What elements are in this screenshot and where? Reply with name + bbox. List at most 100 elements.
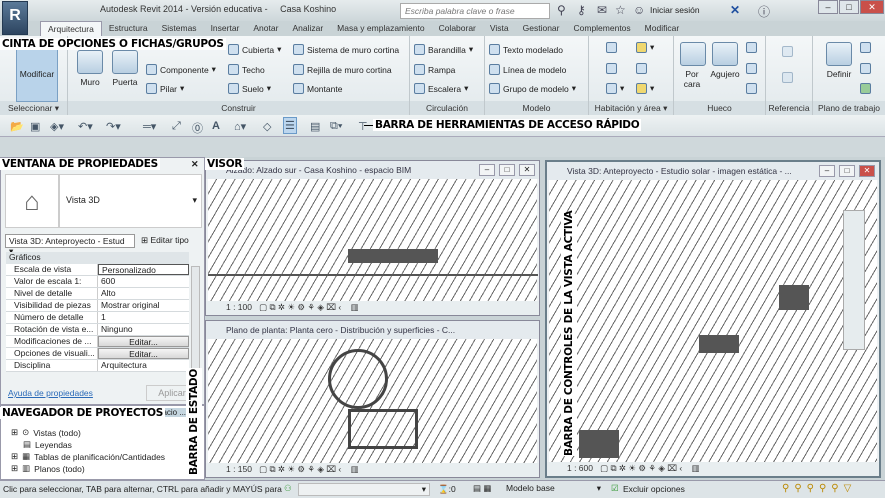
design-option-dropdown[interactable]: Modelo base ▾ xyxy=(503,483,603,496)
column-button[interactable]: Pilar ▾ xyxy=(146,83,184,94)
view-canvas[interactable] xyxy=(208,339,537,463)
key-icon[interactable]: ⚷ xyxy=(577,3,586,17)
redo-icon[interactable]: ↷▾ xyxy=(106,120,121,133)
view-control-bar[interactable]: 1 : 150 ▢ ⧉ ✲ ☀ ⚙ ⚘ ◈ ⌧ ‹ ▥ xyxy=(206,463,539,477)
properties-help-link[interactable]: Ayuda de propiedades xyxy=(8,388,93,398)
tab-anotar[interactable]: Anotar xyxy=(246,21,285,36)
mullion-button[interactable]: Montante xyxy=(293,83,342,94)
floor-button[interactable]: Suelo ▾ xyxy=(228,83,271,94)
minimize-view-button[interactable]: – xyxy=(479,164,495,176)
wall-button[interactable]: Muro xyxy=(76,50,104,87)
stair-button[interactable]: Escalera ▾ xyxy=(414,83,468,94)
properties-scrollbar[interactable] xyxy=(191,266,200,372)
aligned-dimension-icon[interactable]: ⤢ xyxy=(172,120,181,133)
customize-qat-icon[interactable]: ⊤ xyxy=(358,120,368,133)
close-hidden-icon[interactable]: ▤ xyxy=(310,120,320,133)
by-face-button[interactable]: Por cara xyxy=(680,42,706,89)
view-window-3d-active[interactable]: Vista 3D: Anteproyecto - Estudio solar -… xyxy=(545,160,881,478)
property-value[interactable]: Ninguno xyxy=(98,324,189,335)
view-scale[interactable]: 1 : 100 xyxy=(226,302,252,312)
view-canvas[interactable] xyxy=(549,180,877,462)
level-button[interactable] xyxy=(782,46,793,57)
sync-icon[interactable]: ◈▾ xyxy=(50,120,64,133)
tab-modificar[interactable]: Modificar xyxy=(638,21,686,36)
component-button[interactable]: Componente ▾ xyxy=(146,64,216,75)
close-view-button[interactable]: ✕ xyxy=(859,165,875,177)
edit-type-button[interactable]: ⊞ Editar tipo xyxy=(141,235,189,246)
area-tag-button[interactable]: ▾ xyxy=(636,83,654,94)
tab-insertar[interactable]: Insertar xyxy=(204,21,247,36)
room-tag-button[interactable]: ▾ xyxy=(636,42,654,53)
modify-button[interactable]: Modificar xyxy=(16,44,58,102)
view-control-bar[interactable]: 1 : 600 ▢ ⧉ ✲ ☀ ⚙ ⚘ ◈ ⌧ ‹ ▥ xyxy=(547,462,879,476)
view-scale[interactable]: 1 : 600 xyxy=(567,463,593,473)
expand-icon[interactable]: ⊞ xyxy=(11,427,18,438)
design-options-icon[interactable]: ▤ ▦ xyxy=(473,483,491,494)
railing-button[interactable]: Barandilla ▾ xyxy=(414,44,473,55)
model-line-button[interactable]: Línea de modelo xyxy=(489,64,566,75)
property-value[interactable]: Personalizado xyxy=(98,264,189,275)
expand-icon[interactable]: ⊞ xyxy=(11,451,18,462)
edit-button[interactable]: Editar... xyxy=(98,336,189,347)
tree-item-planos[interactable]: ⊞ ▥ Planos (todo) xyxy=(11,463,85,474)
group-header-graphics[interactable]: Gráficos xyxy=(6,252,189,264)
restore-view-button[interactable]: □ xyxy=(839,165,855,177)
model-group-button[interactable]: Grupo de modelo ▾ xyxy=(489,83,576,94)
close-icon[interactable]: ✕ xyxy=(191,159,199,170)
curtain-system-button[interactable]: Sistema de muro cortina xyxy=(293,44,399,55)
ramp-button[interactable]: Rampa xyxy=(414,64,455,75)
user-icon[interactable]: ☺ xyxy=(633,3,645,17)
tab-masa[interactable]: Masa y emplazamiento xyxy=(330,21,431,36)
view-window-elevation[interactable]: Alzado: Alzado sur - Casa Koshino - espa… xyxy=(205,160,540,316)
property-value[interactable]: 1 xyxy=(98,312,189,323)
vertical-opening-button[interactable] xyxy=(746,63,757,74)
binoculars-icon[interactable]: ⚲ xyxy=(557,3,566,17)
property-value[interactable]: Mostrar original xyxy=(98,300,189,311)
tree-item-vistas[interactable]: ⊞ ⊙ Vistas (todo) xyxy=(11,427,81,438)
room-separator-button[interactable] xyxy=(606,63,617,74)
open-icon[interactable]: 📂 xyxy=(10,120,24,133)
area-boundary-button[interactable]: ▾ xyxy=(606,83,624,94)
tab-arquitectura[interactable]: Arquitectura xyxy=(40,21,102,36)
text-icon[interactable]: A xyxy=(212,120,220,132)
view-instance-selector[interactable]: Vista 3D: Anteproyecto - Estud ▾ xyxy=(5,234,135,256)
navigation-bar[interactable] xyxy=(843,210,865,350)
tab-sistemas[interactable]: Sistemas xyxy=(155,21,204,36)
tab-estructura[interactable]: Estructura xyxy=(102,21,155,36)
viewer-button[interactable] xyxy=(860,83,871,94)
section-icon[interactable]: ◇ xyxy=(263,120,271,133)
roof-button[interactable]: Cubierta ▾ xyxy=(228,44,281,55)
tree-item-tablas[interactable]: ⊞ ▦ Tablas de planificación/Cantidades xyxy=(11,451,165,462)
close-view-button[interactable]: ✕ xyxy=(519,164,535,176)
switch-windows-icon[interactable]: ⧉▾ xyxy=(330,120,342,133)
exclude-options-checkbox[interactable]: ☑ xyxy=(611,483,619,494)
save-icon[interactable]: ▣ xyxy=(30,120,40,133)
search-input[interactable]: Escriba palabra clave o frase xyxy=(400,3,550,19)
minimize-button[interactable]: – xyxy=(818,0,838,14)
3d-view-icon[interactable]: ⌂▾ xyxy=(234,120,246,133)
workset-icon[interactable]: ⚇ xyxy=(284,483,292,494)
ceiling-button[interactable]: Techo xyxy=(228,64,265,75)
star-icon[interactable]: ☆ xyxy=(615,3,626,17)
edit-button[interactable]: Editar... xyxy=(98,348,189,359)
type-selector[interactable]: Vista 3D ▾ xyxy=(59,174,202,228)
undo-icon[interactable]: ↶▾ xyxy=(78,120,93,133)
view-control-bar[interactable]: 1 : 100 ▢ ⧉ ✲ ☀ ⚙ ⚘ ◈ ⌧ ‹ ▥ xyxy=(206,301,539,315)
property-value[interactable]: 600 xyxy=(98,276,189,287)
shaft-button[interactable]: Agujero xyxy=(708,42,742,79)
grid-button[interactable] xyxy=(782,72,793,83)
ref-plane-button[interactable] xyxy=(860,63,871,74)
tree-item-leyendas[interactable]: ▤ Leyendas xyxy=(23,439,72,450)
door-button[interactable]: Puerta xyxy=(110,50,140,87)
panel-label[interactable]: Habitación y área ▾ xyxy=(589,101,673,115)
measure-icon[interactable]: ═▾ xyxy=(143,120,156,133)
expand-icon[interactable]: ⊞ xyxy=(11,463,18,474)
room-button[interactable] xyxy=(606,42,617,53)
tab-colaborar[interactable]: Colaborar xyxy=(432,21,483,36)
tab-gestionar[interactable]: Gestionar xyxy=(516,21,567,36)
show-workplane-button[interactable] xyxy=(860,42,871,53)
panel-label[interactable]: Seleccionar ▾ xyxy=(0,101,67,115)
sign-in-button[interactable]: Iniciar sesión xyxy=(650,5,700,15)
tab-complementos[interactable]: Complementos xyxy=(567,21,638,36)
selection-filter-icons[interactable]: ⚲⚲⚲⚲⚲▽ xyxy=(782,483,856,494)
